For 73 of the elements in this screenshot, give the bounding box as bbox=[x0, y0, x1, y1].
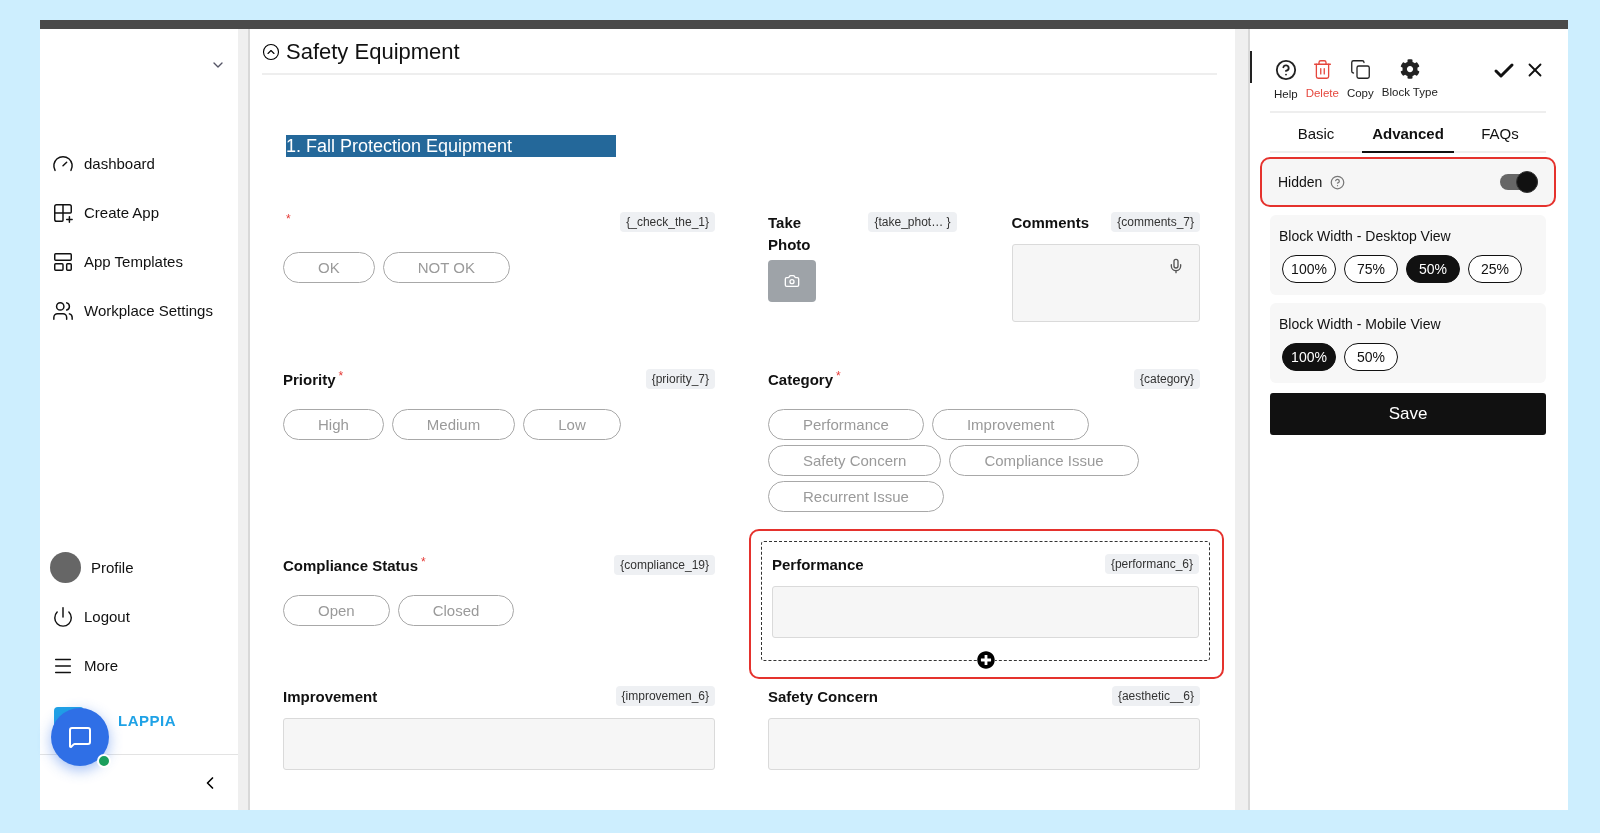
toolbar-button[interactable]: Copy bbox=[1342, 59, 1378, 99]
field-label: Improvement bbox=[283, 688, 378, 705]
width-option[interactable]: 50% bbox=[1344, 343, 1398, 371]
variable-tag: {improvemen_6} bbox=[615, 686, 715, 706]
nav-label: Create App bbox=[84, 204, 160, 221]
users-icon bbox=[52, 299, 74, 322]
toolbar-button[interactable]: Help bbox=[1270, 59, 1302, 100]
variable-tag: {take_phot… } bbox=[868, 212, 957, 232]
nav-item[interactable]: Profile bbox=[40, 543, 238, 592]
nav-item[interactable]: Create App bbox=[40, 188, 238, 237]
required-mark: * bbox=[286, 212, 291, 226]
variable-tag: {priority_7} bbox=[645, 369, 715, 389]
grid-plus-icon bbox=[52, 201, 74, 224]
field-label: Take Photo bbox=[768, 213, 812, 255]
copy-icon bbox=[1349, 59, 1371, 80]
tab[interactable]: FAQs bbox=[1454, 125, 1546, 153]
section-title: Safety Equipment bbox=[286, 39, 460, 65]
required-mark: * bbox=[421, 555, 426, 569]
help-icon bbox=[1274, 59, 1297, 81]
nav-item[interactable]: Workplace Settings bbox=[40, 286, 238, 335]
required-mark: * bbox=[836, 369, 841, 383]
tab[interactable]: Basic bbox=[1270, 125, 1362, 153]
variable-tag: {compliance_19} bbox=[614, 555, 715, 575]
width-option[interactable]: 100% bbox=[1282, 255, 1336, 283]
status-dot bbox=[97, 754, 111, 768]
nav-item[interactable]: Logout bbox=[40, 592, 238, 641]
field-label: Priority bbox=[283, 371, 336, 388]
logo-text: LAPPIA bbox=[118, 711, 176, 729]
width-option[interactable]: 75% bbox=[1344, 255, 1398, 283]
toolbar-button[interactable]: Delete bbox=[1301, 59, 1343, 99]
avatar bbox=[50, 552, 81, 583]
toggle-switch[interactable] bbox=[1500, 170, 1540, 194]
selected-block[interactable]: Performance {performanc_6} bbox=[749, 529, 1224, 679]
nav-label: Logout bbox=[84, 608, 130, 625]
power-icon bbox=[52, 605, 74, 628]
required-mark: * bbox=[338, 369, 344, 383]
nav-item[interactable]: dashboard bbox=[40, 139, 238, 188]
chat-icon bbox=[68, 725, 92, 749]
nav-item[interactable]: App Templates bbox=[40, 237, 238, 286]
trash-icon bbox=[1311, 59, 1333, 80]
field-label: Compliance Status bbox=[283, 557, 419, 574]
layout-icon bbox=[52, 250, 74, 273]
width-option[interactable]: 50% bbox=[1406, 255, 1460, 283]
save-button[interactable]: Save bbox=[1270, 393, 1546, 435]
nav-label: dashboard bbox=[84, 155, 155, 172]
help-icon[interactable] bbox=[1330, 174, 1346, 190]
setting-label: Hidden bbox=[1278, 174, 1323, 190]
field-label: Performance bbox=[772, 556, 864, 573]
variable-tag: {_check_the_1} bbox=[620, 212, 715, 232]
tab[interactable]: Advanced bbox=[1362, 125, 1454, 153]
setting-label: Block Width - Desktop View bbox=[1279, 228, 1452, 244]
field-label: Comments bbox=[1011, 214, 1089, 231]
add-icon[interactable] bbox=[976, 651, 995, 669]
nav-label: App Templates bbox=[84, 253, 183, 270]
settings-icon bbox=[1399, 59, 1420, 79]
field-label: Safety Concern bbox=[768, 688, 879, 705]
variable-tag: {comments_7} bbox=[1111, 212, 1200, 232]
nav-label: Profile bbox=[91, 559, 134, 576]
nav-item[interactable]: More bbox=[40, 641, 238, 690]
microphone-icon bbox=[1168, 258, 1184, 274]
width-option[interactable]: 100% bbox=[1282, 343, 1336, 371]
nav-label: More bbox=[84, 657, 119, 674]
variable-tag: {performanc_6} bbox=[1104, 554, 1199, 574]
width-option[interactable]: 25% bbox=[1468, 255, 1522, 283]
variable-tag: {category} bbox=[1133, 369, 1200, 389]
variable-tag: {aesthetic__6} bbox=[1111, 686, 1200, 706]
subsection-title: 1. Fall Protection Equipment bbox=[286, 135, 616, 157]
camera-icon bbox=[784, 273, 800, 289]
nav-label: Workplace Settings bbox=[84, 302, 213, 319]
setting-label: Block Width - Mobile View bbox=[1279, 316, 1442, 332]
collapse-icon[interactable] bbox=[262, 43, 280, 61]
toolbar-button[interactable]: Block Type bbox=[1377, 59, 1442, 98]
field-label: Category bbox=[768, 371, 834, 388]
